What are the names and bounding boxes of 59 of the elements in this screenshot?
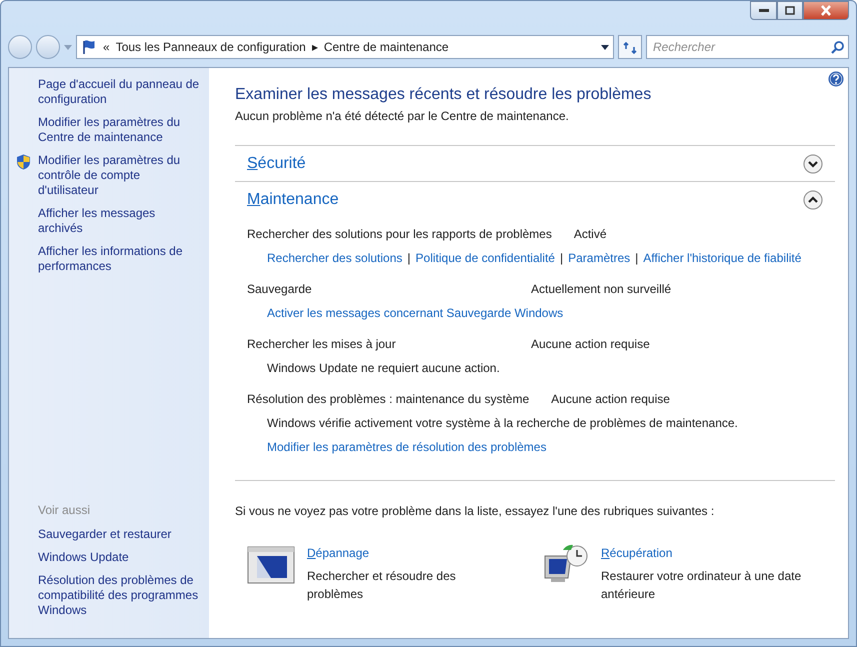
sidebar-link[interactable]: Page d'accueil du panneau de configuration [38,77,201,107]
task-link[interactable]: Dépannage [307,544,370,562]
breadcrumb[interactable]: Tous les Panneaux de configuration [116,38,306,56]
link[interactable]: Rechercher des solutions [267,249,402,268]
troubleshoot-icon [247,544,295,584]
link[interactable]: Modifier les paramètres de résolution des problèmes [267,438,546,456]
item-label: Rechercher les mises à jour [247,336,397,354]
maximize-button[interactable] [777,1,803,20]
breadcrumb[interactable]: Centre de maintenance [324,38,449,56]
item-label: Sauvegarde [247,281,313,298]
flag-icon [81,39,97,55]
separator: | [407,250,411,268]
separator: | [560,250,564,268]
page-title: Examiner les messages récents et résoudre les problèmes [235,85,652,104]
section-heading[interactable]: Maintenance [247,188,339,212]
status-text: Actuellement non surveillé [531,281,672,298]
hint-text: Si vous ne voyez pas votre problème dans la liste, essayez l'une des rubriques suivantes : [235,503,716,520]
sidebar-link[interactable]: Afficher les informations de performances [38,244,201,274]
minimize-button[interactable] [750,1,777,20]
minimize-icon [758,8,768,12]
chevron-icon[interactable]: « [103,38,110,56]
collapse-icon[interactable] [803,190,823,210]
section-heading: Voir aussi [38,502,92,519]
sidebar-link[interactable]: Sauvegarder et restaurer [38,527,201,542]
status-text: Activé [574,226,607,244]
sidebar-link[interactable]: Afficher les messages archivés [38,206,201,236]
close-icon [820,5,832,16]
shield-icon [16,154,31,170]
item-label: Résolution des problèmes : maintenance du système [247,391,530,408]
link[interactable]: Afficher l'historique de fiabilité [643,249,802,268]
dropdown-arrow-icon[interactable] [601,44,609,50]
maximize-icon [785,6,795,15]
address-bar[interactable]: « Tous les Panneaux de configuration ▸ Centre de maintenance [76,35,614,59]
section-heading[interactable]: Sécurité [247,152,306,176]
refresh-button[interactable] [618,35,642,59]
task-description: Restaurer votre ordinateur à une date antérieure [601,568,802,604]
sidebar-link[interactable]: Résolution des problèmes de compatibilité des programmes Windows [38,573,201,618]
task-description: Rechercher et résoudre des problèmes [307,568,457,604]
sidebar-link[interactable]: Modifier les paramètres du Centre de maintenance [38,115,201,145]
status-text: Aucune action requise [531,336,650,354]
task-link[interactable]: Récupération [601,544,672,562]
description-text: Windows Update ne requiert aucune action. [266,360,501,378]
expand-icon[interactable] [803,154,823,174]
search-icon[interactable] [831,40,844,54]
help-icon[interactable] [828,71,844,87]
description-text: Windows vérifie activement votre système à la recherche de problèmes de maintenance. [266,415,739,432]
search-box[interactable]: Rechercher [646,35,849,59]
sidebar-link[interactable]: Modifier les paramètres du contrôle de compte d'utilisateur [38,153,201,198]
separator: | [635,250,638,268]
link[interactable]: Politique de confidentialité [416,249,555,268]
arrow-icon[interactable]: ▸ [312,38,318,56]
status-text: Aucune action requise [551,391,670,408]
subtitle-text: Aucun problème n'a été détecté par le Centre de maintenance. [235,108,570,126]
refresh-icon [623,40,637,55]
link[interactable]: Paramètres [568,249,630,268]
item-label: Rechercher des solutions pour les rapports de problèmes [247,226,552,244]
close-button[interactable] [803,1,849,20]
link[interactable]: Activer les messages concernant Sauvegarde Windows [267,304,564,322]
sidebar-link[interactable]: Windows Update [38,550,201,565]
